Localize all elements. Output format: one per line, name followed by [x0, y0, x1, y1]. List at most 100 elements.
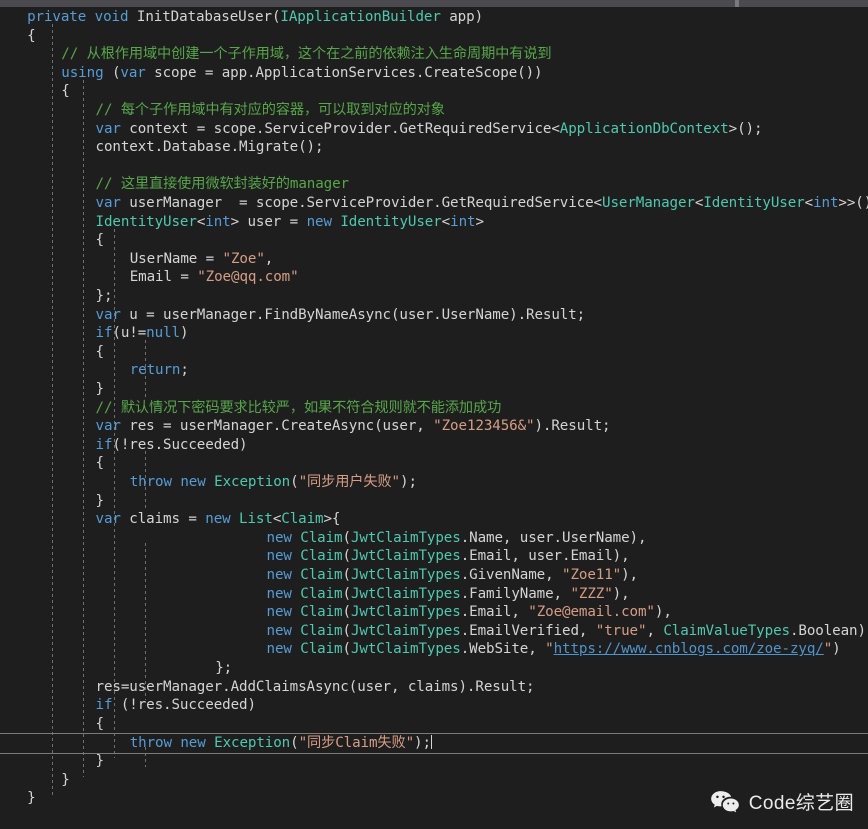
code-token-plain: >>();: [838, 195, 868, 211]
code-line[interactable]: var userManager = scope.ServiceProvider.…: [0, 194, 868, 213]
code-token-plain: context = scope.ServiceProvider.GetRequi…: [120, 120, 560, 137]
code-line[interactable]: if(u!=null): [0, 324, 868, 343]
code-line[interactable]: var claims = new List<Claim>{: [0, 510, 868, 529]
code-line-indent: [0, 735, 130, 751]
code-token-plain: ).Result;: [534, 418, 611, 435]
code-line[interactable]: private void InitDatabaseUser(IApplicati…: [0, 8, 868, 27]
code-line[interactable]: new Claim(JwtClaimTypes.Name, user.UserN…: [0, 529, 868, 548]
code-token-plain: (!res.Succeeded): [112, 697, 256, 714]
code-line-indent: [0, 46, 61, 62]
code-line[interactable]: {: [0, 82, 868, 101]
code-line[interactable]: // 默认情况下密码要求比较严，如果不符合规则就不能添加成功: [0, 399, 868, 418]
code-line[interactable]: return;: [0, 361, 868, 380]
code-token-link[interactable]: https://www.cnblogs.com/zoe-zyq/: [554, 641, 824, 657]
code-token-typ: IdentityUser: [95, 213, 197, 230]
code-text-area[interactable]: private void InitDatabaseUser (IApplicati…: [0, 7, 868, 829]
code-token-plain: ),: [621, 567, 638, 583]
code-line[interactable]: }: [0, 752, 868, 771]
code-line-indent: [0, 772, 61, 788]
code-token-kw: null: [146, 325, 180, 342]
code-line[interactable]: new Claim(JwtClaimTypes.EmailVerified, "…: [0, 622, 868, 641]
code-line[interactable]: [0, 157, 868, 176]
code-line[interactable]: Email = "Zoe@qq.com": [0, 268, 868, 287]
code-token-typ: JwtClaimTypes: [350, 604, 461, 621]
code-line[interactable]: new Claim(JwtClaimTypes.GivenName, "Zoe1…: [0, 566, 868, 585]
code-line[interactable]: var res = userManager.CreateAsync(user, …: [0, 417, 868, 436]
code-line-indent: [0, 716, 96, 732]
code-token-punct: {: [95, 715, 105, 732]
code-token-punct: {: [95, 343, 105, 360]
code-token-typ: List: [239, 511, 273, 528]
code-token-plain: );: [414, 735, 431, 752]
code-token-plain: .Email, user.Email),: [460, 548, 630, 565]
code-line[interactable]: }: [0, 789, 868, 808]
code-token-str: "同步Claim失败": [298, 735, 415, 752]
code-token-plain: (: [342, 567, 352, 583]
code-line[interactable]: {: [0, 343, 868, 362]
code-token-kw: int: [205, 213, 231, 230]
code-line-indent: [0, 307, 96, 323]
code-line-indent: [0, 232, 96, 248]
code-line[interactable]: }: [0, 380, 868, 399]
code-line[interactable]: };: [0, 287, 868, 306]
code-line[interactable]: if (!res.Succeeded): [0, 696, 868, 715]
code-token-plain: (!res.Succeeded): [112, 436, 248, 453]
code-token-punct: };: [215, 660, 233, 676]
code-line[interactable]: new Claim(JwtClaimTypes.Email, user.Emai…: [0, 547, 868, 566]
code-line-indent: [0, 362, 130, 378]
code-token-cmt: // 从根作用域中创建一个子作用域，这个在之前的依赖注入生命周期中有说到: [61, 46, 552, 63]
code-line[interactable]: // 从根作用域中创建一个子作用域，这个在之前的依赖注入生命周期中有说到: [0, 45, 868, 64]
code-line-indent: [0, 176, 96, 192]
code-token-punct: }: [27, 790, 36, 807]
code-token-plain: res = userManager.CreateAsync(user,: [120, 418, 434, 435]
code-token-typ: Exception: [214, 735, 291, 752]
code-line[interactable]: {: [0, 27, 868, 46]
code-line[interactable]: new Claim(JwtClaimTypes.WebSite, "https:…: [0, 640, 868, 659]
code-line-indent: [0, 325, 96, 341]
code-line[interactable]: var context = scope.ServiceProvider.GetR…: [0, 120, 868, 139]
code-token-plain: UserName =: [129, 250, 223, 267]
code-token-plain: >{: [323, 511, 341, 528]
code-line[interactable]: };: [0, 659, 868, 678]
code-line[interactable]: IdentityUser<int> user = new IdentityUse…: [0, 213, 868, 232]
code-line-indent: [0, 455, 96, 471]
code-line-indent: [0, 121, 96, 137]
code-token-plain: <: [441, 213, 451, 230]
code-line-indent: [0, 660, 215, 676]
code-token-plain: Email =: [129, 269, 198, 286]
code-line-indent: [0, 344, 96, 360]
code-line[interactable]: var u = userManager.FindByNameAsync(user…: [0, 306, 868, 325]
code-token-typ: IdentityUser: [703, 195, 805, 211]
code-line-indent: [0, 493, 96, 509]
code-token-plain: .Boolean),: [789, 622, 868, 639]
code-line[interactable]: new Claim(JwtClaimTypes.FamilyName, "ZZZ…: [0, 585, 868, 604]
code-token-str: "Zoe@email.com": [528, 604, 655, 621]
code-line[interactable]: throw new Exception("同步Claim失败");: [0, 733, 868, 754]
code-line[interactable]: {: [0, 715, 868, 734]
code-line[interactable]: {: [0, 231, 868, 250]
code-line[interactable]: UserName = "Zoe",: [0, 250, 868, 269]
horizontal-scrollbar[interactable]: [0, 0, 868, 7]
code-line[interactable]: if(!res.Succeeded): [0, 436, 868, 455]
code-token-punct: {: [61, 83, 70, 100]
code-line[interactable]: // 每个子作用域中有对应的容器，可以取到对应的对象: [0, 101, 868, 120]
code-line[interactable]: }: [0, 492, 868, 511]
code-token-typ: Claim: [300, 604, 343, 621]
code-token-plain: (: [342, 529, 352, 546]
scrollbar-thumb-left[interactable]: [0, 0, 735, 7]
code-line-indent: [0, 437, 96, 453]
scrollbar-thumb-right[interactable]: [739, 0, 868, 7]
code-line[interactable]: using (var scope = app.ApplicationServic…: [0, 64, 868, 83]
code-line[interactable]: }: [0, 771, 868, 790]
code-token-plain: ),: [654, 604, 672, 621]
code-token-typ: JwtClaimTypes: [350, 548, 461, 565]
code-line[interactable]: res=userManager.AddClaimsAsync(user, cla…: [0, 678, 868, 697]
code-line[interactable]: new Claim(JwtClaimTypes.Email, "Zoe@emai…: [0, 603, 868, 622]
code-line[interactable]: context.Database.Migrate();: [0, 138, 868, 157]
code-line[interactable]: throw new Exception("同步用户失败");: [0, 473, 868, 492]
code-token-plain: .EmailVerified,: [460, 622, 596, 639]
code-line[interactable]: {: [0, 454, 868, 473]
code-line[interactable]: // 这里直接使用微软封装好的manager: [0, 175, 868, 194]
